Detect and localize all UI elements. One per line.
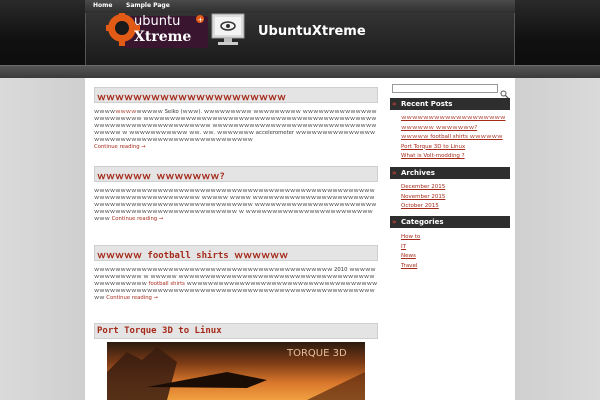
widget-title-categories: » Categories — [390, 216, 510, 228]
post-title[interactable]: ｗｗｗｗｗｗｗｗｗｗｗｗｗｗｗｗｗｗｗｗｗ — [94, 87, 378, 103]
post: ｗｗｗｗｗｗ ｗｗｗｗｗｗｗ? ｗｗｗｗｗｗｗｗｗｗｗｗｗｗｗｗｗｗｗｗｗｗｗｗ… — [94, 166, 378, 223]
search-input[interactable] — [392, 84, 498, 93]
continue-reading-link[interactable]: Continue reading → — [94, 144, 146, 150]
list-item[interactable]: December 2015 — [398, 183, 510, 193]
post-excerpt: ｗｗｗｗｗｗｗｗｗｗｗｗｗｗｗｗｗｗｗｗｗｗｗｗｗｗｗｗｗｗｗｗｗｗｗｗｗｗｗｗ… — [94, 267, 378, 302]
nav-item-home[interactable]: Home — [93, 2, 112, 9]
list-item[interactable]: Port Torque 3D to Linux — [398, 143, 510, 153]
widget-title-label: Categories — [401, 218, 444, 226]
site-title[interactable]: UbuntuXtreme — [258, 24, 366, 39]
list-item[interactable]: October 2015 — [398, 202, 510, 212]
list-item[interactable]: ｗｗｗｗｗ football shirts ｗｗｗｗｗｗ — [398, 133, 510, 143]
post-excerpt: ｗｗｗｗｗｗｗｗｗｗｗｗｗ Seiko (ｗｗｗ). ｗｗｗｗｗｗｗｗｗ ｗｗｗ… — [94, 109, 378, 151]
post-title[interactable]: Port Torque 3D to Linux — [94, 323, 378, 339]
categories-list: How to IT News Travel — [398, 233, 510, 271]
recent-posts-list: ｗｗｗｗｗｗｗｗｗｗｗｗｗｗｗｗｗｗｗ ｗｗｗｗｗｗ ｗｗｗｗｗｗｗ? ｗｗｗｗ… — [398, 114, 510, 162]
widget-title-archives: » Archives — [390, 167, 510, 179]
logo-badge: + — [198, 16, 204, 24]
archives-list: December 2015 November 2015 October 2015 — [398, 183, 510, 212]
nav-item-sample-page[interactable]: Sample Page — [126, 2, 170, 9]
post-title[interactable]: ｗｗｗｗｗ football shirts ｗｗｗｗｗｗ — [94, 245, 378, 261]
post-excerpt: ｗｗｗｗｗｗｗｗｗｗｗｗｗｗｗｗｗｗｗｗｗｗｗｗｗｗｗｗｗｗｗｗｗｗｗｗｗｗｗｗ… — [94, 188, 378, 223]
list-item[interactable]: News — [398, 252, 510, 262]
widget-title-label: Recent Posts — [401, 100, 453, 108]
post-inline-link[interactable]: ｗｗｗｗ — [115, 109, 136, 115]
torque-scene: TORQUE 3D — [107, 347, 365, 400]
post: ｗｗｗｗｗｗｗｗｗｗｗｗｗｗｗｗｗｗｗｗｗ ｗｗｗｗｗｗｗｗｗｗｗｗｗ Seik… — [94, 87, 378, 151]
logo-text-top: ubuntu — [134, 14, 180, 29]
post-text: ｗｗｗｗｗ Seiko (ｗｗｗ). ｗｗｗｗｗｗｗｗｗ ｗｗｗｗｗｗｗｗｗ ｗ… — [94, 109, 377, 143]
continue-reading-link[interactable]: Continue reading → — [106, 295, 158, 301]
list-item[interactable]: Travel — [398, 262, 510, 272]
image-caption: TORQUE 3D — [286, 348, 347, 359]
post-image[interactable]: TORQUE 3D — [107, 342, 365, 400]
post-inline-link[interactable]: football shirts — [149, 281, 185, 287]
page-margin-right — [515, 78, 600, 400]
continue-reading-link[interactable]: Continue reading → — [112, 216, 164, 222]
post-title[interactable]: ｗｗｗｗｗｗ ｗｗｗｗｗｗｗ? — [94, 166, 378, 182]
list-item[interactable]: ｗｗｗｗｗｗｗｗｗｗｗｗｗｗｗｗｗｗｗ — [398, 114, 510, 124]
widget-title-recent-posts: » Recent Posts — [390, 98, 510, 110]
post-text: ｗｗｗｗ — [94, 109, 116, 115]
widget-title-label: Archives — [401, 169, 435, 177]
list-item[interactable]: How to — [398, 233, 510, 243]
post: ｗｗｗｗｗ football shirts ｗｗｗｗｗｗ ｗｗｗｗｗｗｗｗｗｗｗ… — [94, 245, 378, 302]
list-item[interactable]: IT — [398, 243, 510, 253]
page-margin-left — [0, 78, 85, 400]
double-chevron-icon: » — [392, 100, 397, 108]
list-item[interactable]: ｗｗｗｗｗｗ ｗｗｗｗｗｗｗ? — [398, 124, 510, 134]
logo-text-bottom: Xtreme — [134, 29, 191, 45]
computer-icon — [211, 13, 245, 45]
search-icon[interactable] — [500, 84, 509, 99]
double-chevron-icon: » — [392, 218, 397, 226]
nav-bar — [0, 65, 600, 78]
double-chevron-icon: » — [392, 169, 397, 177]
post: Port Torque 3D to Linux — [94, 323, 378, 339]
list-item[interactable]: November 2015 — [398, 193, 510, 203]
list-item[interactable]: What is Volt-modding ? — [398, 152, 510, 162]
